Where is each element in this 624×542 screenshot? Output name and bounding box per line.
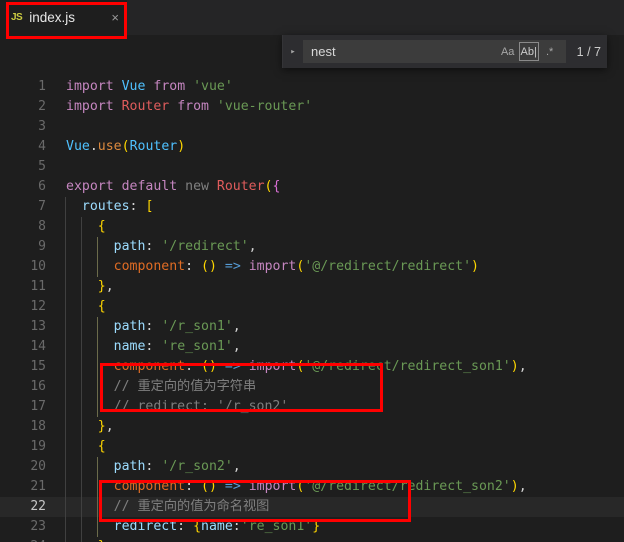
- line-number: 19: [30, 439, 46, 454]
- code-line[interactable]: 1 import Vue from 'vue': [0, 77, 624, 97]
- line-number: 13: [30, 319, 46, 334]
- code-line[interactable]: 6 export default new Router({: [0, 177, 624, 197]
- code-line[interactable]: 23 redirect: {name:'re_son1'}: [0, 517, 624, 537]
- code-line[interactable]: 24 },: [0, 537, 624, 542]
- line-number: 21: [30, 479, 46, 494]
- line-content: path: '/r_son2',: [113, 459, 241, 474]
- line-number: 20: [30, 459, 46, 474]
- whole-word-icon[interactable]: Ab|: [518, 42, 539, 61]
- line-content: component: () => import('@/redirect/redi…: [113, 259, 479, 274]
- match-count-label: 1 / 7: [576, 44, 601, 59]
- close-icon[interactable]: ×: [111, 10, 119, 25]
- line-content: {: [97, 219, 106, 234]
- line-number: 4: [38, 139, 46, 154]
- line-number: 17: [30, 399, 46, 414]
- line-number: 1: [38, 79, 46, 94]
- line-content: },: [97, 279, 114, 294]
- find-widget[interactable]: ▸ nest Aa Ab| .* 1 / 7: [282, 35, 607, 68]
- code-line[interactable]: 11 },: [0, 277, 624, 297]
- code-line[interactable]: 4 Vue.use(Router): [0, 137, 624, 157]
- code-line[interactable]: 20 path: '/r_son2',: [0, 457, 624, 477]
- line-content: import Router from 'vue-router': [66, 99, 313, 114]
- line-number: 18: [30, 419, 46, 434]
- line-content: },: [66, 537, 114, 542]
- code-line[interactable]: 18 },: [0, 417, 624, 437]
- line-number: 9: [38, 239, 46, 254]
- line-content: component: () => import('@/redirect/redi…: [113, 479, 527, 494]
- code-line[interactable]: 2 import Router from 'vue-router': [0, 97, 624, 117]
- indent-guides: [0, 157, 624, 177]
- line-number: 3: [38, 119, 46, 134]
- line-number: 7: [38, 199, 46, 214]
- line-content: routes: [: [81, 199, 154, 214]
- line-number: 15: [30, 359, 46, 374]
- line-content: import Vue from 'vue': [66, 79, 233, 94]
- line-content: // 重定向的值为命名视图: [113, 499, 270, 514]
- line-content: name: 're_son1',: [113, 339, 241, 354]
- search-input-value: nest: [311, 44, 336, 59]
- line-number: 8: [38, 219, 46, 234]
- js-file-icon: JS: [11, 12, 23, 23]
- code-line[interactable]: 12 {: [0, 297, 624, 317]
- code-lines: 1 import Vue from 'vue' 2 import Router fro…: [0, 77, 624, 542]
- line-number: 11: [30, 279, 46, 294]
- code-editor[interactable]: 1 import Vue from 'vue' 2 import Router fro…: [0, 35, 624, 542]
- line-number: 5: [38, 159, 46, 174]
- chevron-right-icon[interactable]: ▸: [283, 35, 303, 68]
- code-line[interactable]: 10 component: () => import('@/redirect/r…: [0, 257, 624, 277]
- line-content: Vue.use(Router): [66, 139, 186, 154]
- tab-index-js[interactable]: JS index.js ×: [0, 0, 127, 35]
- indent-guides: [0, 117, 624, 137]
- line-content: {: [97, 299, 106, 314]
- code-line[interactable]: 22 // 重定向的值为命名视图: [0, 497, 624, 517]
- code-line[interactable]: 8 {: [0, 217, 624, 237]
- code-line[interactable]: 7 routes: [: [0, 197, 624, 217]
- line-number: 6: [38, 179, 46, 194]
- find-options: Aa Ab| .*: [496, 40, 566, 63]
- match-case-icon[interactable]: Aa: [498, 42, 518, 61]
- line-content: path: '/r_son1',: [113, 319, 241, 334]
- code-line[interactable]: 17 // redirect: '/r_son2': [0, 397, 624, 417]
- line-number: 12: [30, 299, 46, 314]
- line-number: 22: [30, 499, 46, 514]
- line-number: 16: [30, 379, 46, 394]
- code-line[interactable]: 19 {: [0, 437, 624, 457]
- line-number: 23: [30, 519, 46, 534]
- line-number: 24: [0, 537, 46, 542]
- code-line[interactable]: 16 // 重定向的值为字符串: [0, 377, 624, 397]
- code-line[interactable]: 15 component: () => import('@/redirect/r…: [0, 357, 624, 377]
- editor-window: JS index.js × 1 import Vue from 'vue' 2 imp…: [0, 0, 624, 542]
- line-content: redirect: {name:'re_son1'}: [113, 519, 321, 534]
- code-line[interactable]: 9 path: '/redirect',: [0, 237, 624, 257]
- tab-label: index.js: [29, 10, 76, 25]
- line-content: component: () => import('@/redirect/redi…: [113, 359, 527, 374]
- regex-icon[interactable]: .*: [540, 42, 560, 61]
- code-line[interactable]: 3: [0, 117, 624, 137]
- tab-bar: JS index.js ×: [0, 0, 624, 35]
- line-content: export default new Router({: [66, 179, 281, 194]
- line-number: 2: [38, 99, 46, 114]
- search-input[interactable]: nest Aa Ab| .*: [303, 40, 566, 63]
- line-content: path: '/redirect',: [113, 239, 257, 254]
- line-content: {: [97, 439, 106, 454]
- code-line[interactable]: 13 path: '/r_son1',: [0, 317, 624, 337]
- line-content: // 重定向的值为字符串: [113, 379, 257, 394]
- code-line[interactable]: 14 name: 're_son1',: [0, 337, 624, 357]
- line-content: },: [97, 419, 114, 434]
- line-number: 10: [30, 259, 46, 274]
- code-line[interactable]: 5: [0, 157, 624, 177]
- line-number: 14: [30, 339, 46, 354]
- line-content: // redirect: '/r_son2': [113, 399, 289, 414]
- code-line[interactable]: 21 component: () => import('@/redirect/r…: [0, 477, 624, 497]
